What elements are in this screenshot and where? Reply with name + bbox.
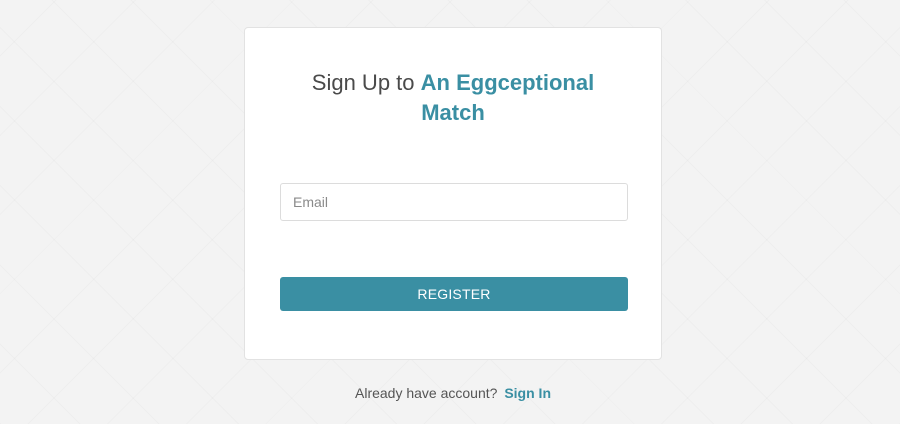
- title-prefix: Sign Up to: [311, 70, 415, 95]
- signup-card: Sign Up to An Eggceptional Match REGISTE…: [244, 27, 662, 360]
- email-field[interactable]: [280, 183, 628, 221]
- brand-name: An Eggceptional Match: [420, 70, 595, 125]
- signin-prompt-text: Already have account?: [355, 385, 498, 401]
- page-title: Sign Up to An Eggceptional Match: [285, 68, 621, 128]
- register-button[interactable]: REGISTER: [280, 277, 628, 311]
- signin-prompt: Already have account? Sign In: [244, 383, 662, 403]
- signin-link[interactable]: Sign In: [504, 385, 551, 401]
